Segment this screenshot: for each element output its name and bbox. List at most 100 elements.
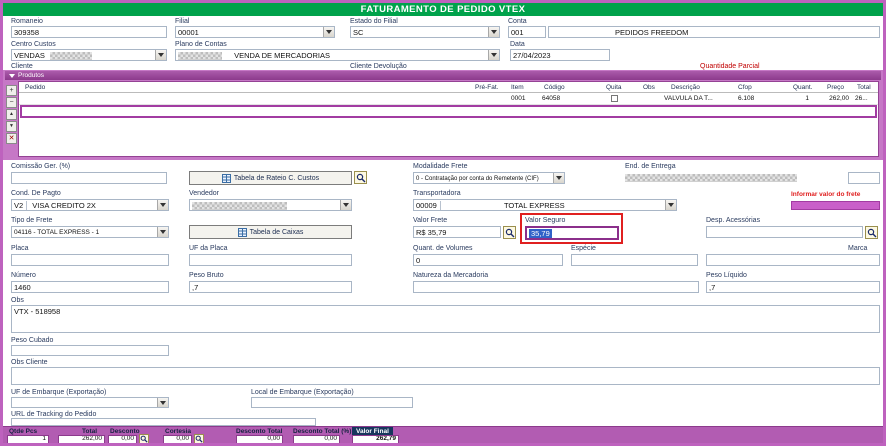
- desp-acessorias-field[interactable]: [706, 226, 863, 238]
- produtos-grid[interactable]: Pedido Pré-Fat. Item Código Quita Obs De…: [18, 81, 879, 157]
- desp-acessorias-label: Desp. Acessórias: [706, 217, 761, 224]
- desconto-total-pct-field[interactable]: 0,00: [293, 435, 340, 443]
- cell-cfop[interactable]: 6.108: [738, 95, 754, 103]
- desconto-field[interactable]: 0,00: [108, 435, 137, 443]
- redacted-text: [178, 52, 222, 60]
- cell-preco[interactable]: 262,00: [817, 95, 849, 103]
- chevron-down-icon[interactable]: [553, 173, 564, 183]
- chevron-down-icon[interactable]: [157, 200, 168, 210]
- valor-frete-search-button[interactable]: [503, 226, 516, 239]
- grid-add-button[interactable]: +: [6, 85, 17, 96]
- col-total: Total: [857, 84, 871, 91]
- chevron-down-icon[interactable]: [157, 398, 168, 407]
- search-icon: [867, 228, 876, 237]
- filial-combo[interactable]: 00001: [175, 26, 335, 38]
- valor-frete-label: Valor Frete: [413, 217, 448, 224]
- window-title: FATURAMENTO DE PEDIDO VTEX: [3, 3, 883, 16]
- cell-item[interactable]: 0001: [511, 95, 525, 103]
- estado-filial-combo[interactable]: SC: [350, 26, 500, 38]
- marca-field[interactable]: [706, 254, 880, 266]
- cond-pagto-name: VISA CREDITO 2X: [32, 201, 96, 210]
- local-embarque-label: Local de Embarque (Exportação): [251, 389, 354, 396]
- data-field[interactable]: 27/04/2023: [510, 49, 610, 61]
- produtos-section-title: Produtos: [18, 72, 45, 79]
- tabela-rateio-button[interactable]: Tabela de Rateio C. Custos: [189, 171, 352, 185]
- grid-delete-button[interactable]: ✕: [6, 133, 17, 144]
- peso-liquido-field[interactable]: ,7: [706, 281, 880, 293]
- numero-field[interactable]: 1460: [11, 281, 169, 293]
- frete-highlight-field[interactable]: [791, 201, 880, 210]
- local-embarque-field[interactable]: [251, 397, 413, 408]
- chevron-down-icon[interactable]: [157, 227, 168, 237]
- obs-cliente-textarea[interactable]: [11, 367, 880, 385]
- valor-final-field[interactable]: 262,79: [352, 435, 399, 443]
- conta-code-field[interactable]: 001: [508, 26, 546, 38]
- placa-field[interactable]: [11, 254, 169, 266]
- obs-textarea[interactable]: VTX - 518958: [11, 305, 880, 333]
- centro-custos-label: Centro Custos: [11, 41, 56, 48]
- chevron-down-icon[interactable]: [488, 50, 499, 60]
- cell-quant[interactable]: 1: [791, 95, 809, 103]
- cell-codigo[interactable]: 64058: [542, 95, 560, 103]
- collapse-icon[interactable]: [9, 73, 15, 81]
- tabela-caixas-button[interactable]: Tabela de Caixas: [189, 225, 352, 239]
- col-quita: Quita: [606, 84, 622, 91]
- conta-name-field[interactable]: PEDIDOS FREEDOM: [548, 26, 880, 38]
- grid-remove-button[interactable]: −: [6, 97, 17, 108]
- transportadora-combo[interactable]: 00009 TOTAL EXPRESS: [413, 199, 677, 211]
- tipo-frete-label: Tipo de Frete: [11, 217, 53, 224]
- selected-text: 35,79: [529, 229, 552, 238]
- natureza-field[interactable]: [413, 281, 699, 293]
- col-item: Item: [511, 84, 524, 91]
- desconto-total-field[interactable]: 0,00: [236, 435, 283, 443]
- cortesia-label: Cortesia: [165, 428, 192, 435]
- quant-volumes-field[interactable]: 0: [413, 254, 563, 266]
- vendedor-combo[interactable]: [189, 199, 352, 211]
- quita-checkbox[interactable]: [611, 95, 618, 102]
- rateio-search-button[interactable]: [354, 171, 367, 184]
- chevron-down-icon[interactable]: [155, 50, 166, 60]
- tipo-frete-combo[interactable]: 04116 - TOTAL EXPRESS - 1: [11, 226, 169, 238]
- total-label: Total: [82, 428, 98, 435]
- uf-embarque-combo[interactable]: [11, 397, 169, 408]
- chevron-down-icon[interactable]: [488, 27, 499, 37]
- desp-acessorias-search-button[interactable]: [865, 226, 878, 239]
- modalidade-frete-combo[interactable]: 0 - Contratação por conta do Remetente (…: [413, 172, 565, 184]
- plano-contas-combo[interactable]: VENDA DE MERCADORIAS: [175, 49, 500, 61]
- end-entrega-extra-field[interactable]: [848, 172, 880, 184]
- produtos-section-header[interactable]: Produtos: [5, 71, 881, 80]
- chevron-down-icon[interactable]: [340, 200, 351, 210]
- comissao-field[interactable]: [11, 172, 167, 184]
- cell-descricao[interactable]: VALVULA DA T...: [664, 95, 713, 103]
- uf-placa-field[interactable]: [189, 254, 352, 266]
- especie-field[interactable]: [571, 254, 698, 266]
- cell-total[interactable]: 26...: [855, 95, 868, 103]
- redacted-text: [625, 174, 797, 182]
- filial-label: Filial: [175, 18, 190, 25]
- qtde-pcs-field[interactable]: 1: [7, 435, 49, 443]
- grid-move-down-button[interactable]: ▼: [6, 121, 17, 132]
- peso-bruto-field[interactable]: ,7: [189, 281, 352, 293]
- cortesia-field[interactable]: 0,00: [163, 435, 192, 443]
- col-pedido: Pedido: [25, 84, 46, 91]
- total-field[interactable]: 262,00: [58, 435, 105, 443]
- qtde-pcs-label: Qtde Pcs: [9, 428, 38, 435]
- chevron-down-icon[interactable]: [665, 200, 676, 210]
- url-tracking-field[interactable]: [11, 418, 316, 426]
- peso-cubado-field[interactable]: [11, 345, 169, 356]
- valor-frete-field[interactable]: R$ 35,79: [413, 226, 501, 238]
- centro-custos-combo[interactable]: VENDAS: [11, 49, 167, 61]
- data-label: Data: [510, 41, 525, 48]
- valor-seguro-field[interactable]: 35,79: [525, 226, 619, 240]
- redacted-text: [49, 52, 92, 60]
- romaneio-field[interactable]: 309358: [11, 26, 167, 38]
- chevron-down-icon[interactable]: [323, 27, 334, 37]
- grid-move-up-button[interactable]: ▲: [6, 109, 17, 120]
- conta-label: Conta: [508, 18, 527, 25]
- filial-value: 00001: [178, 28, 199, 37]
- desconto-search-button[interactable]: [139, 434, 149, 443]
- grid-selected-row[interactable]: [20, 105, 877, 118]
- grid-header-divider: [19, 92, 878, 93]
- cortesia-search-button[interactable]: [194, 434, 204, 443]
- cond-pagto-combo[interactable]: V2 VISA CREDITO 2X: [11, 199, 169, 211]
